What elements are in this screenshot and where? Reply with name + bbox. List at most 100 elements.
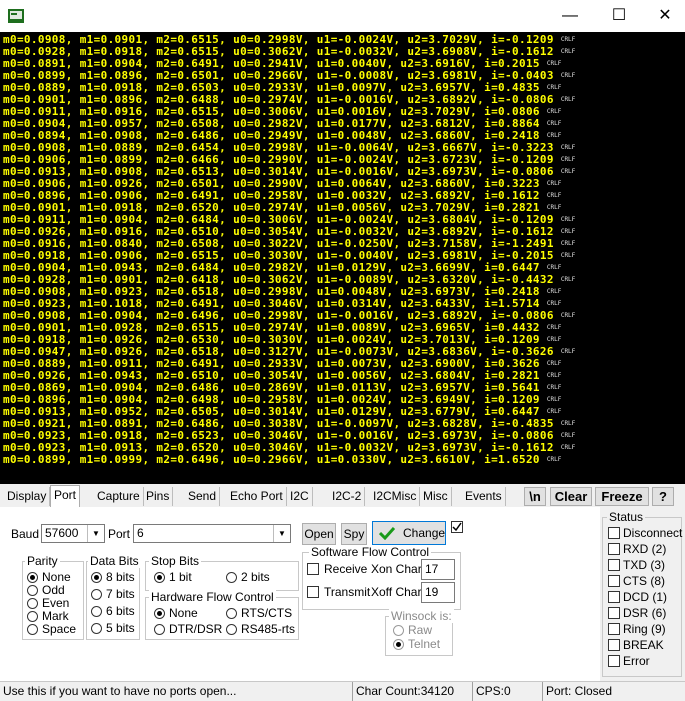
- stopbits-1-label: 1 bit: [169, 570, 192, 584]
- tab-display[interactable]: Display: [4, 487, 51, 506]
- baud-select[interactable]: 57600 ▼: [41, 524, 105, 543]
- spy-button[interactable]: Spy: [341, 523, 367, 545]
- status-checkbox[interactable]: [608, 639, 620, 651]
- tab-port[interactable]: Port: [50, 485, 81, 508]
- port-select[interactable]: 6 ▼: [133, 524, 291, 543]
- status-checkbox[interactable]: [608, 527, 620, 539]
- change-button[interactable]: Change: [372, 521, 446, 545]
- crlf-marker: CRLF: [546, 384, 562, 391]
- change-label: Change: [403, 526, 446, 540]
- clear-button[interactable]: Clear: [550, 487, 592, 506]
- tab-send[interactable]: Send: [185, 487, 221, 506]
- terminal-line: m0=0.0899, m1=0.0999, m2=0.6496, u0=0.29…: [3, 454, 575, 466]
- xon-value: 17: [425, 562, 439, 576]
- status-label: Disconnect: [623, 526, 683, 540]
- parity-mark-radio[interactable]: [27, 611, 38, 622]
- crlf-marker: CRLF: [560, 144, 576, 151]
- maximize-button[interactable]: ☐: [596, 0, 642, 32]
- crlf-marker: CRLF: [560, 420, 576, 427]
- crlf-marker: CRLF: [560, 312, 576, 319]
- hwflow-none-radio[interactable]: [154, 608, 165, 619]
- freeze-button[interactable]: Freeze: [595, 487, 649, 506]
- app-icon: [8, 9, 24, 23]
- stopbits-2-radio[interactable]: [226, 572, 237, 583]
- crlf-marker: CRLF: [546, 408, 562, 415]
- xoff-input[interactable]: 19: [421, 582, 455, 603]
- databits-6-radio[interactable]: [91, 606, 102, 617]
- tab-pins[interactable]: Pins: [143, 487, 174, 506]
- status-label: RXD (2): [623, 542, 667, 556]
- terminal-line-text: m0=0.0899, m1=0.0999, m2=0.6496, u0=0.29…: [3, 453, 540, 466]
- status-checkbox[interactable]: [608, 623, 620, 635]
- crlf-marker: CRLF: [560, 228, 576, 235]
- crlf-marker: CRLF: [546, 300, 562, 307]
- hwflow-rtscts-radio[interactable]: [226, 608, 237, 619]
- status-checkbox[interactable]: [608, 591, 620, 603]
- transmit-label: Transmit: [324, 585, 371, 599]
- crlf-marker: CRLF: [546, 456, 562, 463]
- winsock-raw-radio[interactable]: [393, 625, 404, 636]
- open-button[interactable]: Open: [302, 523, 336, 545]
- status-label: CTS (8): [623, 574, 665, 588]
- newline-button[interactable]: \n: [524, 487, 546, 506]
- tab-echo-port[interactable]: Echo Port: [227, 487, 287, 506]
- tab-misc[interactable]: Misc: [420, 487, 452, 506]
- hwflow-none-label: None: [169, 606, 198, 620]
- baud-label: Baud: [11, 527, 40, 541]
- databits-7-radio[interactable]: [91, 589, 102, 600]
- hwflow-dtrdsr-radio[interactable]: [154, 624, 165, 635]
- terminal-output[interactable]: m0=0.0908, m1=0.0901, m2=0.6515, u0=0.29…: [0, 32, 685, 484]
- help-button[interactable]: ?: [652, 487, 674, 506]
- parity-even-radio[interactable]: [27, 598, 38, 609]
- tab-i2c-2[interactable]: I2C-2: [329, 487, 366, 506]
- hwflow-title: Hardware Flow Control: [149, 590, 276, 604]
- parity-odd-radio[interactable]: [27, 585, 38, 596]
- xon-input[interactable]: 17: [421, 559, 455, 580]
- crlf-marker: CRLF: [560, 72, 576, 79]
- crlf-marker: CRLF: [546, 372, 562, 379]
- status-panel: Status Disconnect RXD (2) TXD (3) CTS (8) DC…: [600, 510, 685, 682]
- winsock-group: Winsock is: Raw Telnet: [385, 609, 454, 656]
- databits-8-radio[interactable]: [91, 572, 102, 583]
- parity-none-radio[interactable]: [27, 572, 38, 583]
- crlf-marker: CRLF: [546, 204, 562, 211]
- receive-checkbox[interactable]: [307, 563, 319, 575]
- stopbits-1-radio[interactable]: [154, 572, 165, 583]
- parity-space-radio[interactable]: [27, 624, 38, 635]
- tab-capture[interactable]: Capture: [94, 487, 144, 506]
- tab-i2c[interactable]: I2C: [287, 487, 313, 506]
- status-checkbox[interactable]: [608, 559, 620, 571]
- status-label: DCD (1): [623, 590, 667, 604]
- status-checkbox[interactable]: [608, 543, 620, 555]
- chevron-down-icon: ▼: [273, 525, 290, 542]
- close-button[interactable]: ✕: [642, 0, 685, 32]
- hwflow-rs485-radio[interactable]: [226, 624, 237, 635]
- crlf-marker: CRLF: [560, 168, 576, 175]
- port-panel: Baud 57600 ▼ Port 6 ▼ Open Spy Change Pa…: [0, 507, 600, 682]
- databits-8-label: 8 bits: [106, 570, 135, 584]
- change-checkbox[interactable]: [451, 521, 463, 533]
- transmit-checkbox[interactable]: [307, 586, 319, 598]
- crlf-marker: CRLF: [560, 348, 576, 355]
- status-label: Ring (9): [623, 622, 666, 636]
- minimize-button[interactable]: —: [547, 0, 593, 32]
- databits-5-radio[interactable]: [91, 623, 102, 634]
- status-checkbox[interactable]: [608, 655, 620, 667]
- hwflow-rs485-label: RS485-rts: [241, 622, 296, 636]
- crlf-marker: CRLF: [546, 324, 562, 331]
- databits-title: Data Bits: [88, 554, 141, 568]
- winsock-telnet-radio[interactable]: [393, 639, 404, 650]
- crlf-marker: CRLF: [546, 336, 562, 343]
- status-checkbox[interactable]: [608, 607, 620, 619]
- tab-events[interactable]: Events: [462, 487, 506, 506]
- tab-i2cmisc[interactable]: I2CMisc: [370, 487, 421, 506]
- winsock-title: Winsock is:: [389, 609, 454, 623]
- port-value: 6: [137, 526, 144, 540]
- baud-value: 57600: [45, 526, 79, 540]
- crlf-marker: CRLF: [560, 276, 576, 283]
- crlf-marker: CRLF: [546, 192, 562, 199]
- parity-even-label: Even: [42, 596, 70, 610]
- status-checkbox[interactable]: [608, 575, 620, 587]
- crlf-marker: CRLF: [560, 432, 576, 439]
- crlf-marker: CRLF: [560, 36, 576, 43]
